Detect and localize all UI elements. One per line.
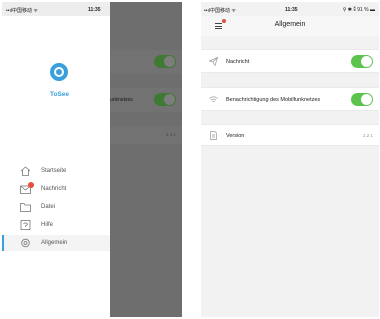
dimmed-toggle	[154, 55, 176, 68]
setting-label: Nachricht	[226, 59, 250, 65]
drawer-item-nachricht[interactable]: Nachricht	[2, 181, 110, 197]
setting-label: Benachrichtigung des Mobilfunknetzes	[226, 97, 321, 103]
mobilfunknetz-toggle[interactable]	[351, 93, 373, 106]
app-logo-icon	[50, 63, 68, 81]
settings-screen: ••ıl中国移动 ᯤ 11:35 ⚲ ✱ ⁑ 91 % ▬ Allgemein …	[201, 2, 379, 317]
carrier-label: ••ıl中国移动 ᯤ	[6, 8, 38, 14]
paper-plane-icon	[209, 57, 218, 66]
document-icon	[210, 131, 217, 140]
drawer-item-label: Datei	[41, 204, 56, 210]
drawer-item-startseite[interactable]: Startseite	[2, 163, 110, 179]
drawer-item-label: Hilfe	[41, 222, 54, 228]
drawer-screen: ••ıl中国移动 ᯤ 11:35 ⚲ ✱ ⁑ 91 % ▬ unknetzes …	[2, 2, 182, 317]
notification-badge	[28, 182, 34, 188]
carrier-label: ••ıl中国移动 ᯤ	[204, 8, 236, 14]
nachricht-toggle[interactable]	[351, 55, 373, 68]
page-title: Allgemein	[274, 21, 306, 28]
settings-icon	[21, 238, 30, 248]
drawer-item-label: Nachricht	[41, 186, 67, 192]
version-value: 2.2.1	[362, 133, 373, 138]
setting-row-nachricht: Nachricht	[201, 49, 379, 73]
dimmed-version-value: 2.2.1	[165, 132, 176, 137]
side-drawer: ToSee Startseite Nachricht Datei Hilfe A…	[2, 16, 110, 317]
home-icon	[20, 166, 31, 176]
dimmed-row-message	[110, 50, 182, 74]
drawer-item-datei[interactable]: Datei	[2, 199, 110, 215]
drawer-item-hilfe[interactable]: Hilfe	[2, 217, 110, 233]
drawer-item-allgemein[interactable]: Allgemein	[2, 235, 110, 251]
navbar: Allgemein	[201, 16, 379, 36]
status-indicators: ⚲ ✱ ⁑ 91 % ▬	[342, 7, 375, 13]
help-icon	[20, 220, 31, 230]
dimmed-toggle	[154, 93, 176, 106]
setting-row-version: Version 2.2.1	[201, 124, 379, 146]
clock: 11:35	[88, 7, 101, 13]
setting-label: Version	[226, 133, 245, 139]
clock: 11:35	[285, 7, 298, 13]
app-name: ToSee	[49, 91, 70, 98]
dimmed-row-network: unknetzes	[110, 88, 182, 112]
dimmed-row-version: 2.2.1	[110, 126, 182, 144]
setting-row-mobilfunknetz: Benachrichtigung des Mobilfunknetzes	[201, 87, 379, 111]
drawer-item-label: Startseite	[41, 168, 67, 174]
dimmed-navbar	[110, 16, 182, 36]
status-bar: ••ıl中国移动 ᯤ 11:35 ⚲ ✱ ⁑ 91 % ▬	[201, 2, 379, 16]
dimmed-background-screen[interactable]: unknetzes 2.2.1	[110, 2, 182, 317]
active-indicator	[2, 235, 4, 251]
drawer-item-label: Allgemein	[41, 240, 68, 246]
folder-icon	[20, 203, 31, 212]
wifi-icon	[209, 96, 218, 103]
